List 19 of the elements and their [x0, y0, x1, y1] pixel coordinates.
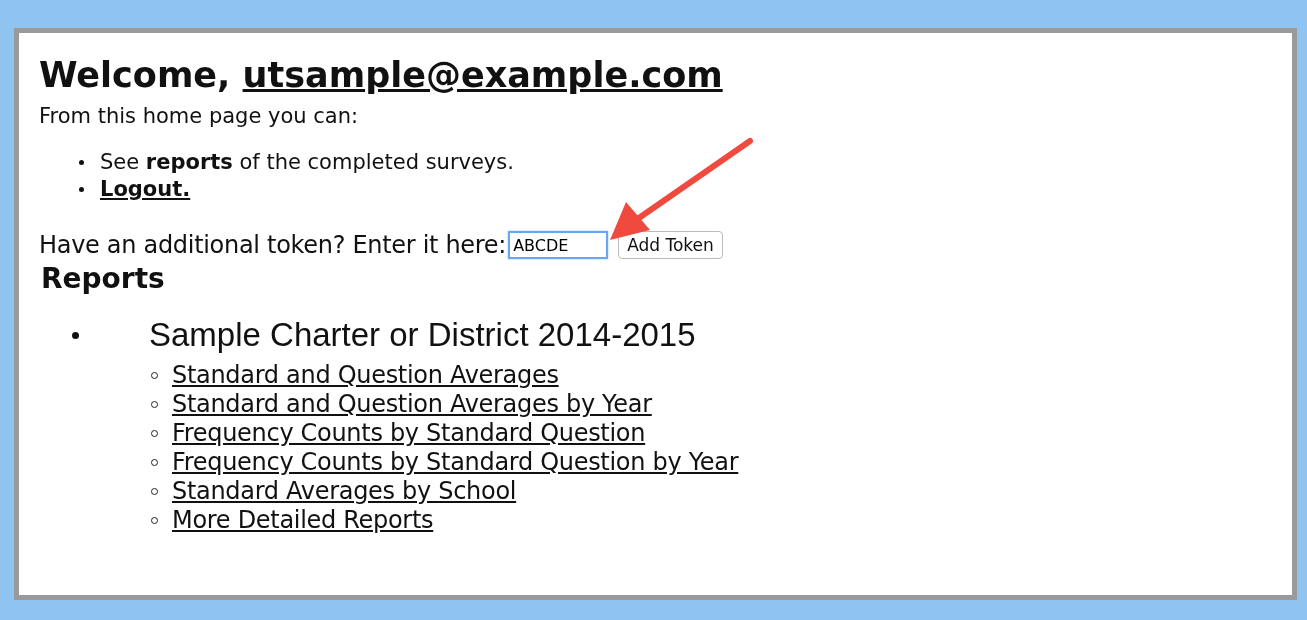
report-link[interactable]: Frequency Counts by Standard Question by Year: [172, 448, 739, 477]
token-input[interactable]: ABCDE: [508, 231, 609, 259]
action-text: See reports of the completed surveys.: [100, 149, 514, 176]
report-link[interactable]: Frequency Counts by Standard Question: [172, 419, 646, 448]
logout-link[interactable]: Logout.: [100, 176, 191, 203]
add-token-button[interactable]: Add Token: [618, 231, 723, 259]
token-label: Have an additional token? Enter it here:: [39, 231, 507, 259]
user-email-link[interactable]: utsample@example.com: [242, 55, 723, 95]
intro-text: From this home page you can:: [39, 103, 360, 129]
bullet-icon: [72, 331, 79, 339]
report-link[interactable]: Standard and Question Averages: [172, 361, 559, 390]
bullet-icon: [79, 187, 84, 192]
reports-heading: Reports: [41, 263, 166, 295]
report-link[interactable]: Standard Averages by School: [172, 477, 517, 506]
bullet-icon: [79, 160, 84, 165]
report-group-title: Sample Charter or District 2014-2015: [149, 317, 696, 353]
report-link[interactable]: Standard and Question Averages by Year: [172, 390, 652, 419]
welcome-text: Welcome,: [39, 55, 232, 95]
report-link[interactable]: More Detailed Reports: [172, 506, 434, 535]
